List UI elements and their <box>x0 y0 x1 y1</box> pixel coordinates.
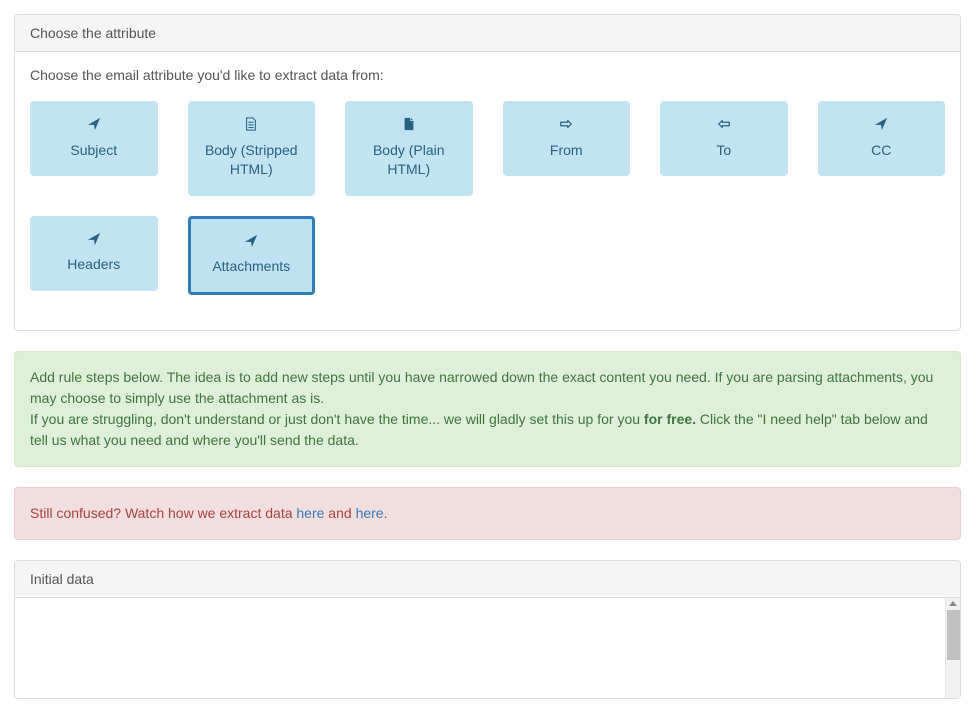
choose-attribute-body: Choose the email attribute you'd like to… <box>15 52 960 330</box>
help-alert: Add rule steps below. The idea is to add… <box>14 351 961 467</box>
confused-link-1[interactable]: here <box>296 505 324 521</box>
attribute-body-plain-label: Body (Plain HTML) <box>351 141 467 180</box>
confused-alert: Still confused? Watch how we extract dat… <box>14 487 961 540</box>
attribute-subject-button[interactable]: Subject <box>30 101 158 176</box>
initial-data-header: Initial data <box>15 561 960 598</box>
attribute-subject-label: Subject <box>70 141 117 161</box>
choose-attribute-instruction: Choose the email attribute you'd like to… <box>30 67 945 83</box>
attribute-cc-button[interactable]: CC <box>818 101 946 176</box>
arrow-icon <box>87 117 101 131</box>
hand-right-icon <box>559 117 573 137</box>
file-text-icon <box>244 117 258 131</box>
confused-suffix: . <box>384 505 388 521</box>
attribute-attachments-button[interactable]: Attachments <box>188 216 316 295</box>
file-text-icon <box>244 117 258 137</box>
attribute-from-button[interactable]: From <box>503 101 631 176</box>
arrow-icon <box>244 234 258 254</box>
hand-left-icon <box>717 117 731 131</box>
attribute-from-label: From <box>550 141 583 161</box>
arrow-icon <box>244 234 258 248</box>
scroll-up-icon <box>949 601 957 606</box>
attribute-attachments-label: Attachments <box>212 257 290 277</box>
attribute-headers-button[interactable]: Headers <box>30 216 158 291</box>
confused-mid: and <box>324 505 355 521</box>
confused-prefix: Still confused? Watch how we extract dat… <box>30 505 296 521</box>
initial-data-panel: Initial data <box>14 560 961 699</box>
file-icon <box>402 117 416 137</box>
help-alert-line2a: If you are struggling, don't understand … <box>30 411 644 427</box>
attribute-body-stripped-label: Body (Stripped HTML) <box>194 141 310 180</box>
arrow-icon <box>87 232 101 252</box>
arrow-icon <box>87 232 101 246</box>
arrow-icon <box>87 117 101 137</box>
arrow-icon <box>874 117 888 131</box>
attribute-to-label: To <box>716 141 731 161</box>
attribute-to-button[interactable]: To <box>660 101 788 176</box>
help-alert-free: for free. <box>644 411 696 427</box>
attribute-body-plain-button[interactable]: Body (Plain HTML) <box>345 101 473 196</box>
hand-left-icon <box>717 117 731 137</box>
choose-attribute-panel: Choose the attribute Choose the email at… <box>14 14 961 331</box>
arrow-icon <box>874 117 888 137</box>
scroll-thumb[interactable] <box>947 610 960 660</box>
confused-link-2[interactable]: here <box>356 505 384 521</box>
attribute-body-stripped-button[interactable]: Body (Stripped HTML) <box>188 101 316 196</box>
help-alert-line1: Add rule steps below. The idea is to add… <box>30 369 933 406</box>
attribute-cc-label: CC <box>871 141 891 161</box>
attribute-headers-label: Headers <box>67 255 120 275</box>
attribute-grid: Subject Body (Stripped HTML) Body (Plain H… <box>30 101 945 315</box>
file-icon <box>402 117 416 131</box>
choose-attribute-header: Choose the attribute <box>15 15 960 52</box>
hand-right-icon <box>559 117 573 131</box>
